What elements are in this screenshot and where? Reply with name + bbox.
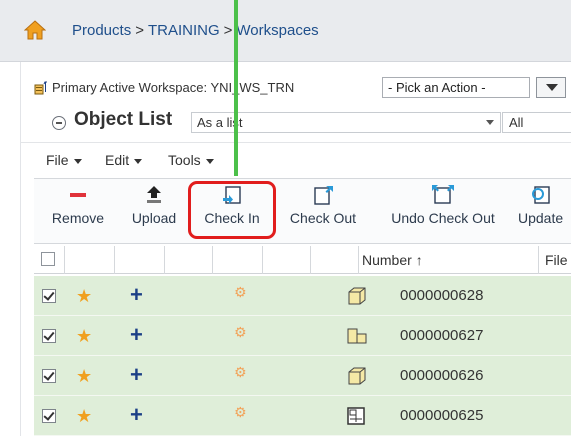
chevron-down-icon[interactable]: [478, 112, 500, 133]
breadcrumb-separator: >: [135, 22, 144, 39]
left-margin: [0, 62, 20, 392]
upload-label: Upload: [131, 210, 177, 226]
update-button[interactable]: Update: [518, 184, 571, 226]
workspace-icon: [34, 81, 47, 95]
caret-down-icon: [205, 158, 214, 164]
breadcrumb-separator: >: [223, 22, 233, 39]
check-out-label: Check Out: [289, 210, 357, 226]
breadcrumb-training[interactable]: TRAINING: [148, 22, 220, 39]
add-icon[interactable]: +: [130, 282, 143, 308]
part-icon: [348, 287, 366, 305]
collapse-icon[interactable]: [52, 116, 66, 130]
menu-tools-label: Tools: [168, 152, 201, 168]
row-number[interactable]: 0000000628: [400, 287, 483, 304]
remove-label: Remove: [51, 210, 105, 226]
check-in-highlight: [188, 181, 276, 239]
add-icon[interactable]: +: [130, 362, 143, 388]
menu-file[interactable]: File: [46, 152, 82, 168]
column-divider: [262, 246, 263, 274]
check-out-button[interactable]: Check Out: [282, 184, 364, 226]
caret-down-icon: [134, 158, 143, 164]
part-icon: [348, 367, 366, 385]
menu-edit-label: Edit: [105, 152, 130, 168]
menu-edit[interactable]: Edit: [105, 152, 143, 168]
undo-check-out-icon: [432, 185, 454, 204]
gear-icon: ⚙: [234, 364, 247, 380]
star-icon[interactable]: ★: [76, 366, 92, 387]
row-checkbox[interactable]: [42, 369, 56, 383]
star-icon[interactable]: ★: [76, 326, 92, 347]
column-divider: [114, 246, 115, 274]
table-row[interactable]: ★ + ⚙ 0000000627: [34, 316, 571, 356]
table-row[interactable]: ★ + ⚙ 0000000625: [34, 396, 571, 436]
undo-check-out-label: Undo Check Out: [391, 210, 495, 226]
number-header-label: Number: [362, 252, 412, 268]
gear-icon: ⚙: [234, 284, 247, 300]
gear-icon: ⚙: [234, 324, 247, 340]
add-icon[interactable]: +: [130, 322, 143, 348]
filter-select[interactable]: All: [502, 112, 571, 133]
row-checkbox[interactable]: [42, 289, 56, 303]
row-checkbox[interactable]: [42, 329, 56, 343]
action-dropdown-button[interactable]: [536, 77, 566, 98]
row-number[interactable]: 0000000626: [400, 367, 483, 384]
column-divider: [64, 246, 65, 274]
column-header-number[interactable]: Number ↑: [362, 252, 423, 268]
update-label: Update: [518, 210, 564, 226]
column-divider: [358, 246, 359, 274]
check-out-icon: [314, 186, 333, 205]
remove-button[interactable]: Remove: [44, 184, 112, 226]
remove-icon: [70, 193, 86, 197]
breadcrumb: Products > TRAINING > Workspaces: [72, 22, 319, 39]
pointer-line: [234, 0, 238, 176]
action-select[interactable]: - Pick an Action -: [382, 77, 530, 98]
object-list-title: Object List: [74, 109, 173, 130]
update-icon: [532, 186, 550, 204]
column-divider: [212, 246, 213, 274]
menu-file-label: File: [46, 152, 69, 168]
drawing-icon: [347, 407, 365, 425]
breadcrumb-workspaces[interactable]: Workspaces: [236, 22, 318, 39]
star-icon[interactable]: ★: [76, 406, 92, 427]
upload-button[interactable]: Upload: [124, 184, 184, 226]
select-all-checkbox[interactable]: [41, 252, 55, 266]
column-divider: [538, 246, 539, 274]
home-icon[interactable]: [24, 20, 46, 40]
undo-check-out-button[interactable]: Undo Check Out: [378, 184, 508, 226]
row-checkbox[interactable]: [42, 409, 56, 423]
caret-down-icon: [73, 158, 82, 164]
sort-ascending-icon: ↑: [415, 252, 423, 268]
column-header-file[interactable]: File: [545, 252, 568, 268]
menu-tools[interactable]: Tools: [168, 152, 214, 168]
upload-icon: [147, 186, 161, 203]
star-icon[interactable]: ★: [76, 286, 92, 307]
column-divider: [164, 246, 165, 274]
gear-icon: ⚙: [234, 404, 247, 420]
row-number[interactable]: 0000000625: [400, 407, 483, 424]
assembly-icon: [347, 328, 367, 344]
breadcrumb-products[interactable]: Products: [72, 22, 131, 39]
table-row[interactable]: ★ + ⚙ 0000000626: [34, 356, 571, 396]
table-row[interactable]: ★ + ⚙ 0000000628: [34, 276, 571, 316]
menu-bar: [20, 142, 571, 176]
workspace-label: Primary Active Workspace: YNI_WS_TRN: [52, 80, 295, 95]
add-icon[interactable]: +: [130, 402, 143, 428]
row-number[interactable]: 0000000627: [400, 327, 483, 344]
column-divider: [310, 246, 311, 274]
